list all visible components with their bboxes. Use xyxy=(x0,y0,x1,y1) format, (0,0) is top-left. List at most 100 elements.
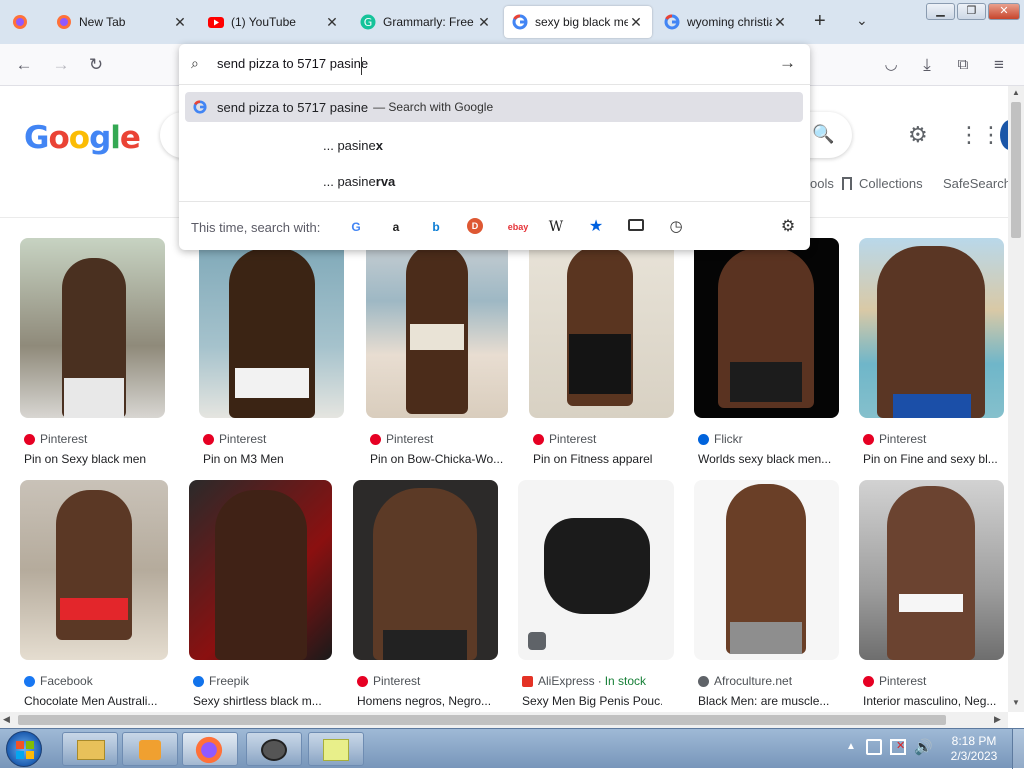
tab-firefox-view[interactable] xyxy=(4,6,40,38)
suggestion-item[interactable]: ... pasine rva xyxy=(185,166,803,196)
pocket-icon[interactable]: ◡ xyxy=(880,54,902,76)
system-clock[interactable]: 8:18 PM 2/3/2023 xyxy=(944,734,1004,764)
apps-grid-icon[interactable]: ⋮⋮ xyxy=(958,122,1002,148)
result-caption[interactable]: Pin on Fitness apparel xyxy=(533,452,673,466)
reload-icon[interactable]: ↻ xyxy=(85,54,107,76)
result-thumbnail[interactable] xyxy=(20,238,165,418)
result-thumbnail[interactable] xyxy=(199,238,344,418)
result-thumbnail[interactable] xyxy=(859,238,1004,418)
result-caption[interactable]: Pin on Fine and sexy bl... xyxy=(863,452,1003,466)
network-disconnected-icon[interactable]: ✕ xyxy=(890,739,906,755)
downloads-icon[interactable]: ⤓ xyxy=(916,54,938,76)
taskbar-file-explorer[interactable] xyxy=(62,732,118,766)
bing-engine-icon[interactable]: b xyxy=(427,218,445,236)
forward-arrow-icon[interactable]: → xyxy=(50,54,72,76)
go-arrow-icon[interactable]: → xyxy=(779,53,796,73)
result-caption[interactable]: Homens negros, Negro... xyxy=(357,694,497,708)
result-caption[interactable]: Sexy Men Big Penis Pouc... xyxy=(522,694,662,708)
scroll-left-arrow-icon[interactable]: ◀ xyxy=(3,714,10,725)
address-bar-input[interactable]: send pizza to 5717 pasine xyxy=(217,56,757,71)
close-window-button[interactable]: ✕ xyxy=(988,3,1020,20)
tab-wyoming[interactable]: wyoming christia ✕ xyxy=(656,6,796,38)
show-desktop-button[interactable] xyxy=(1012,729,1024,769)
horizontal-scrollbar[interactable]: ◀ ▶ xyxy=(0,712,1008,728)
vertical-scroll-thumb[interactable] xyxy=(1011,102,1021,238)
wikipedia-engine-icon[interactable]: W xyxy=(547,218,565,236)
image-result[interactable]: Pinterest Interior masculino, Neg... xyxy=(859,480,1004,708)
result-thumbnail[interactable] xyxy=(518,480,674,660)
minimize-button[interactable]: ▁ xyxy=(926,3,955,20)
new-tab-button[interactable]: + xyxy=(814,10,826,33)
taskbar-media-player[interactable] xyxy=(122,732,178,766)
action-center-flag-icon[interactable] xyxy=(866,739,882,755)
collections-button[interactable]: Collections xyxy=(842,176,923,191)
result-caption[interactable]: Interior masculino, Neg... xyxy=(863,694,1003,708)
result-caption[interactable]: Pin on Bow-Chicka-Wo... xyxy=(370,452,510,466)
result-caption[interactable]: Chocolate Men Australi... xyxy=(24,694,164,708)
result-caption[interactable]: Pin on M3 Men xyxy=(203,452,343,466)
image-result[interactable]: Pinterest Pin on Bow-Chicka-Wo... xyxy=(366,238,508,466)
result-caption[interactable]: Sexy shirtless black m... xyxy=(193,694,333,708)
scroll-up-arrow-icon[interactable]: ▲ xyxy=(1012,88,1020,97)
taskbar-movie-maker[interactable] xyxy=(246,732,302,766)
start-button[interactable] xyxy=(6,731,42,767)
result-thumbnail[interactable] xyxy=(189,480,332,660)
horizontal-scroll-thumb[interactable] xyxy=(18,715,946,725)
tools-button[interactable]: ools xyxy=(810,176,834,191)
image-result[interactable]: Pinterest Pin on Sexy black men xyxy=(20,238,165,466)
result-thumbnail[interactable] xyxy=(694,238,839,418)
image-result[interactable]: Pinterest Pin on M3 Men xyxy=(199,238,344,466)
google-engine-icon[interactable]: G xyxy=(347,218,365,236)
close-tab-icon[interactable]: ✕ xyxy=(476,14,492,31)
image-result[interactable]: Flickr Worlds sexy black men... xyxy=(694,238,839,466)
close-tab-icon[interactable]: ✕ xyxy=(628,14,644,31)
menu-hamburger-icon[interactable]: ≡ xyxy=(988,54,1010,76)
image-result[interactable]: Pinterest Pin on Fine and sexy bl... xyxy=(859,238,1004,466)
result-caption[interactable]: Black Men: are muscle... xyxy=(698,694,838,708)
duckduckgo-engine-icon[interactable]: D xyxy=(467,218,483,234)
vertical-scrollbar[interactable]: ▲ ▼ xyxy=(1008,86,1024,712)
image-result[interactable]: Pinterest Homens negros, Negro... xyxy=(353,480,498,708)
result-thumbnail[interactable] xyxy=(353,480,498,660)
result-caption[interactable]: Pin on Sexy black men xyxy=(24,452,164,466)
suggestion-item[interactable]: ... pasine x xyxy=(185,130,803,160)
taskbar-sticky-notes[interactable] xyxy=(308,732,364,766)
maximize-button[interactable]: ❐ xyxy=(957,3,986,20)
ebay-engine-icon[interactable]: ebay xyxy=(507,218,529,236)
show-hidden-icons-arrow[interactable]: ▲ xyxy=(846,741,856,752)
bookmarks-star-icon[interactable]: ★ xyxy=(587,218,605,236)
result-thumbnail[interactable] xyxy=(366,238,508,418)
taskbar-firefox[interactable] xyxy=(182,732,238,766)
suggestion-search-with-google[interactable]: send pizza to 5717 pasine — Search with … xyxy=(185,92,803,122)
extensions-icon[interactable]: ⧉ xyxy=(952,54,974,76)
result-thumbnail[interactable] xyxy=(529,238,674,418)
image-result[interactable]: AliExpress · In stock Sexy Men Big Penis P… xyxy=(518,480,674,708)
google-logo[interactable]: Google xyxy=(24,120,141,156)
search-icon[interactable]: 🔍 xyxy=(812,124,834,145)
tabs-icon[interactable] xyxy=(627,218,645,236)
tab-youtube[interactable]: (1) YouTube ✕ xyxy=(200,6,348,38)
result-caption[interactable]: Worlds sexy black men... xyxy=(698,452,838,466)
result-thumbnail[interactable] xyxy=(20,480,168,660)
close-tab-icon[interactable]: ✕ xyxy=(172,14,188,31)
tab-grammarly[interactable]: G Grammarly: Free O ✕ xyxy=(352,6,500,38)
scroll-right-arrow-icon[interactable]: ▶ xyxy=(994,714,1001,725)
search-settings-gear-icon[interactable]: ⚙ xyxy=(779,218,797,236)
tab-new-tab[interactable]: New Tab ✕ xyxy=(48,6,196,38)
amazon-engine-icon[interactable]: a xyxy=(387,218,405,236)
result-thumbnail[interactable] xyxy=(694,480,839,660)
scroll-down-arrow-icon[interactable]: ▼ xyxy=(1012,698,1020,707)
safesearch-button[interactable]: SafeSearch xyxy=(943,176,1008,191)
image-result[interactable]: Pinterest Pin on Fitness apparel xyxy=(529,238,674,466)
result-thumbnail[interactable] xyxy=(859,480,1004,660)
close-tab-icon[interactable]: ✕ xyxy=(324,14,340,31)
image-result[interactable]: Afroculture.net Black Men: are muscle... xyxy=(694,480,839,708)
settings-gear-icon[interactable]: ⚙ xyxy=(908,122,928,148)
history-clock-icon[interactable]: ◷ xyxy=(667,218,685,236)
back-arrow-icon[interactable]: ← xyxy=(13,54,35,76)
volume-speaker-icon[interactable]: 🔊 xyxy=(914,738,933,756)
image-result[interactable]: Facebook Chocolate Men Australi... xyxy=(20,480,168,708)
close-tab-icon[interactable]: ✕ xyxy=(772,14,788,31)
list-all-tabs-chevron-icon[interactable]: ⌄ xyxy=(856,12,868,29)
image-result[interactable]: Freepik Sexy shirtless black m... xyxy=(189,480,332,708)
